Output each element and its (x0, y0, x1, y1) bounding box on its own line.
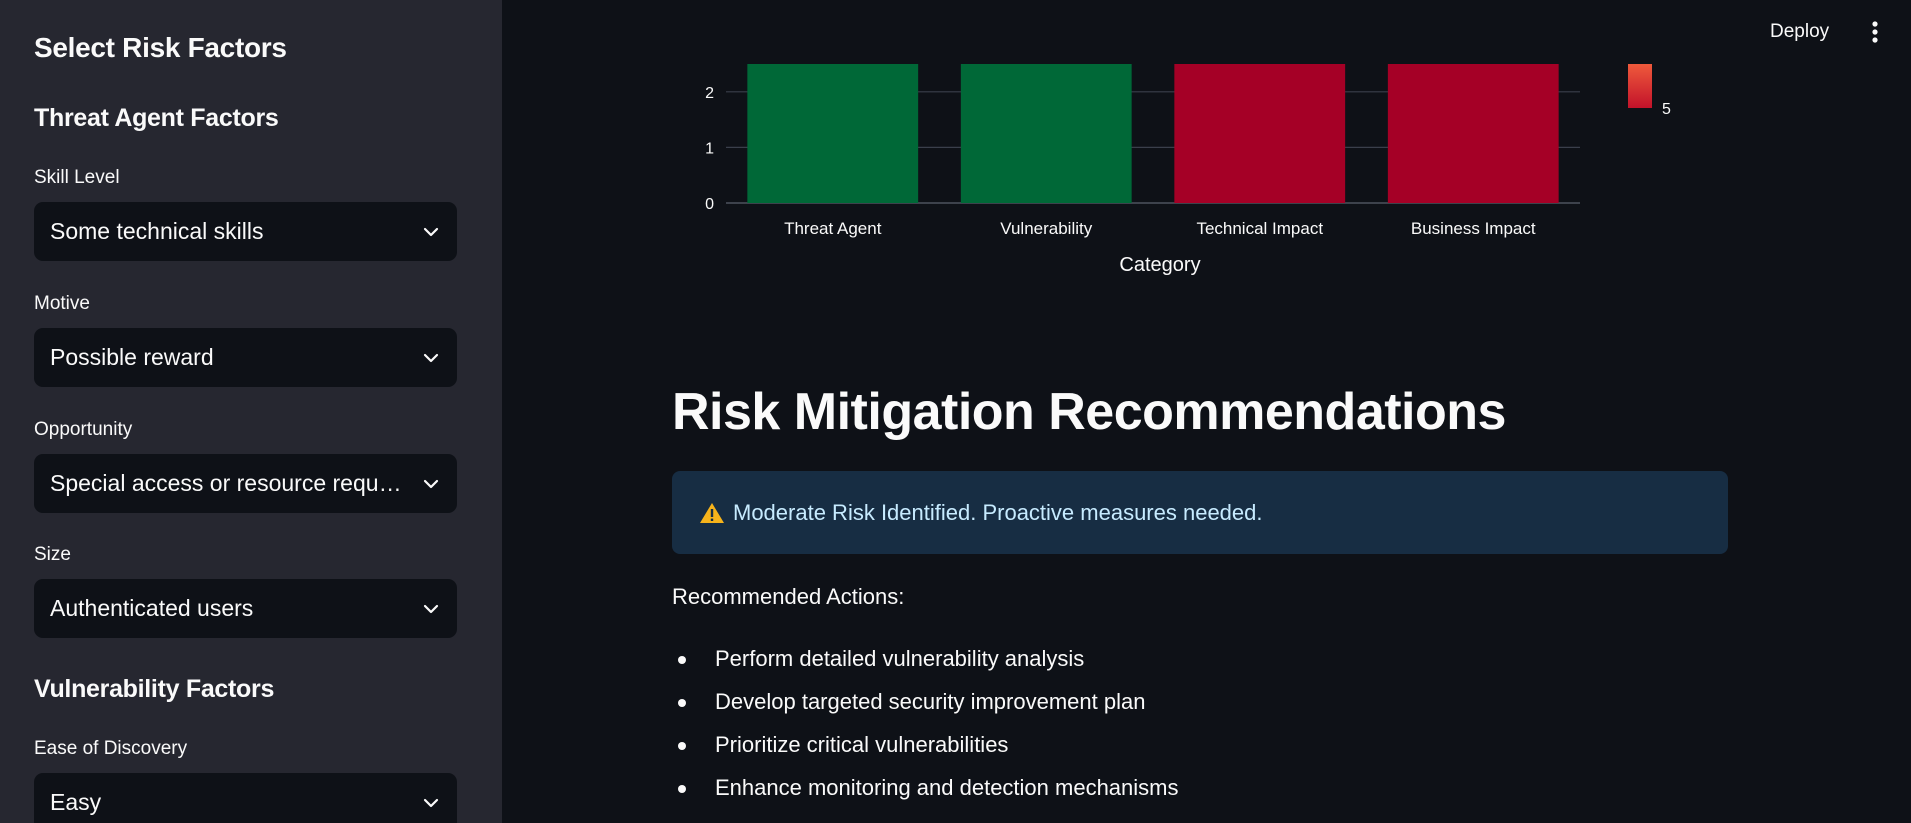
list-item: Prioritize critical vulnerabilities (672, 726, 1179, 769)
x-tick-label: Threat Agent (784, 219, 882, 238)
size-label: Size (34, 544, 71, 565)
colorbar-tick-label: 5 (1662, 101, 1671, 118)
risk-score-bar-chart: 0 1 2 Threat Agent Vulnerability Technical I… (705, 64, 1671, 276)
y-tick-label: 2 (705, 85, 714, 102)
page-title: Risk Mitigation Recommendations (672, 383, 1506, 441)
skill-level-value: Some technical skills (50, 218, 264, 244)
ease-of-discovery-select[interactable]: Easy (34, 773, 457, 823)
colorbar (1628, 64, 1652, 108)
list-item: Perform detailed vulnerability analysis (672, 640, 1179, 683)
ease-of-discovery-label: Ease of Discovery (34, 738, 188, 759)
y-tick-label: 0 (705, 196, 714, 213)
size-select[interactable]: Authenticated users (34, 579, 457, 638)
bar-vulnerability[interactable] (960, 64, 1132, 203)
threat-agent-section-heading: Threat Agent Factors (34, 104, 279, 132)
x-tick-label: Vulnerability (1000, 219, 1092, 238)
opportunity-label: Opportunity (34, 419, 133, 440)
x-tick-label: Business Impact (1411, 219, 1536, 238)
chevron-down-icon (423, 604, 439, 613)
chevron-down-icon (423, 479, 439, 488)
main-menu-button[interactable] (1860, 14, 1890, 50)
deploy-button[interactable]: Deploy (1758, 14, 1841, 50)
motive-value: Possible reward (50, 344, 214, 370)
y-tick-label: 1 (705, 140, 714, 157)
recommended-actions-list: Perform detailed vulnerability analysis … (672, 640, 1179, 812)
list-item: Enhance monitoring and detection mechani… (672, 769, 1179, 812)
x-tick-label: Technical Impact (1196, 219, 1323, 238)
bar-threat-agent[interactable] (747, 64, 919, 203)
motive-select[interactable]: Possible reward (34, 328, 457, 387)
warning-icon (700, 502, 724, 523)
vulnerability-section-heading: Vulnerability Factors (34, 675, 275, 703)
skill-level-label: Skill Level (34, 167, 120, 188)
x-axis-label: Category (1119, 254, 1200, 276)
vertical-dots-icon (1872, 21, 1878, 43)
alert-text: Moderate Risk Identified. Proactive meas… (733, 499, 1263, 525)
size-value: Authenticated users (50, 595, 254, 621)
skill-level-select[interactable]: Some technical skills (34, 202, 457, 261)
chevron-down-icon (423, 227, 439, 236)
list-item: Develop targeted security improvement pl… (672, 683, 1179, 726)
chevron-down-icon (423, 353, 439, 362)
warning-alert: Moderate Risk Identified. Proactive meas… (672, 471, 1728, 554)
opportunity-select[interactable]: Special access or resource required (34, 454, 457, 513)
opportunity-value: Special access or resource required (50, 470, 417, 496)
sidebar: Select Risk Factors Threat Agent Factors… (0, 0, 502, 823)
sidebar-title: Select Risk Factors (34, 32, 287, 63)
bar-business-impact[interactable] (1387, 64, 1559, 203)
bar-technical-impact[interactable] (1174, 64, 1346, 203)
app-root: Select Risk Factors Threat Agent Factors… (0, 0, 1911, 823)
recommended-actions-label: Recommended Actions: (672, 584, 905, 609)
ease-of-discovery-value: Easy (50, 789, 102, 815)
chevron-down-icon (423, 798, 439, 807)
motive-label: Motive (34, 293, 90, 314)
